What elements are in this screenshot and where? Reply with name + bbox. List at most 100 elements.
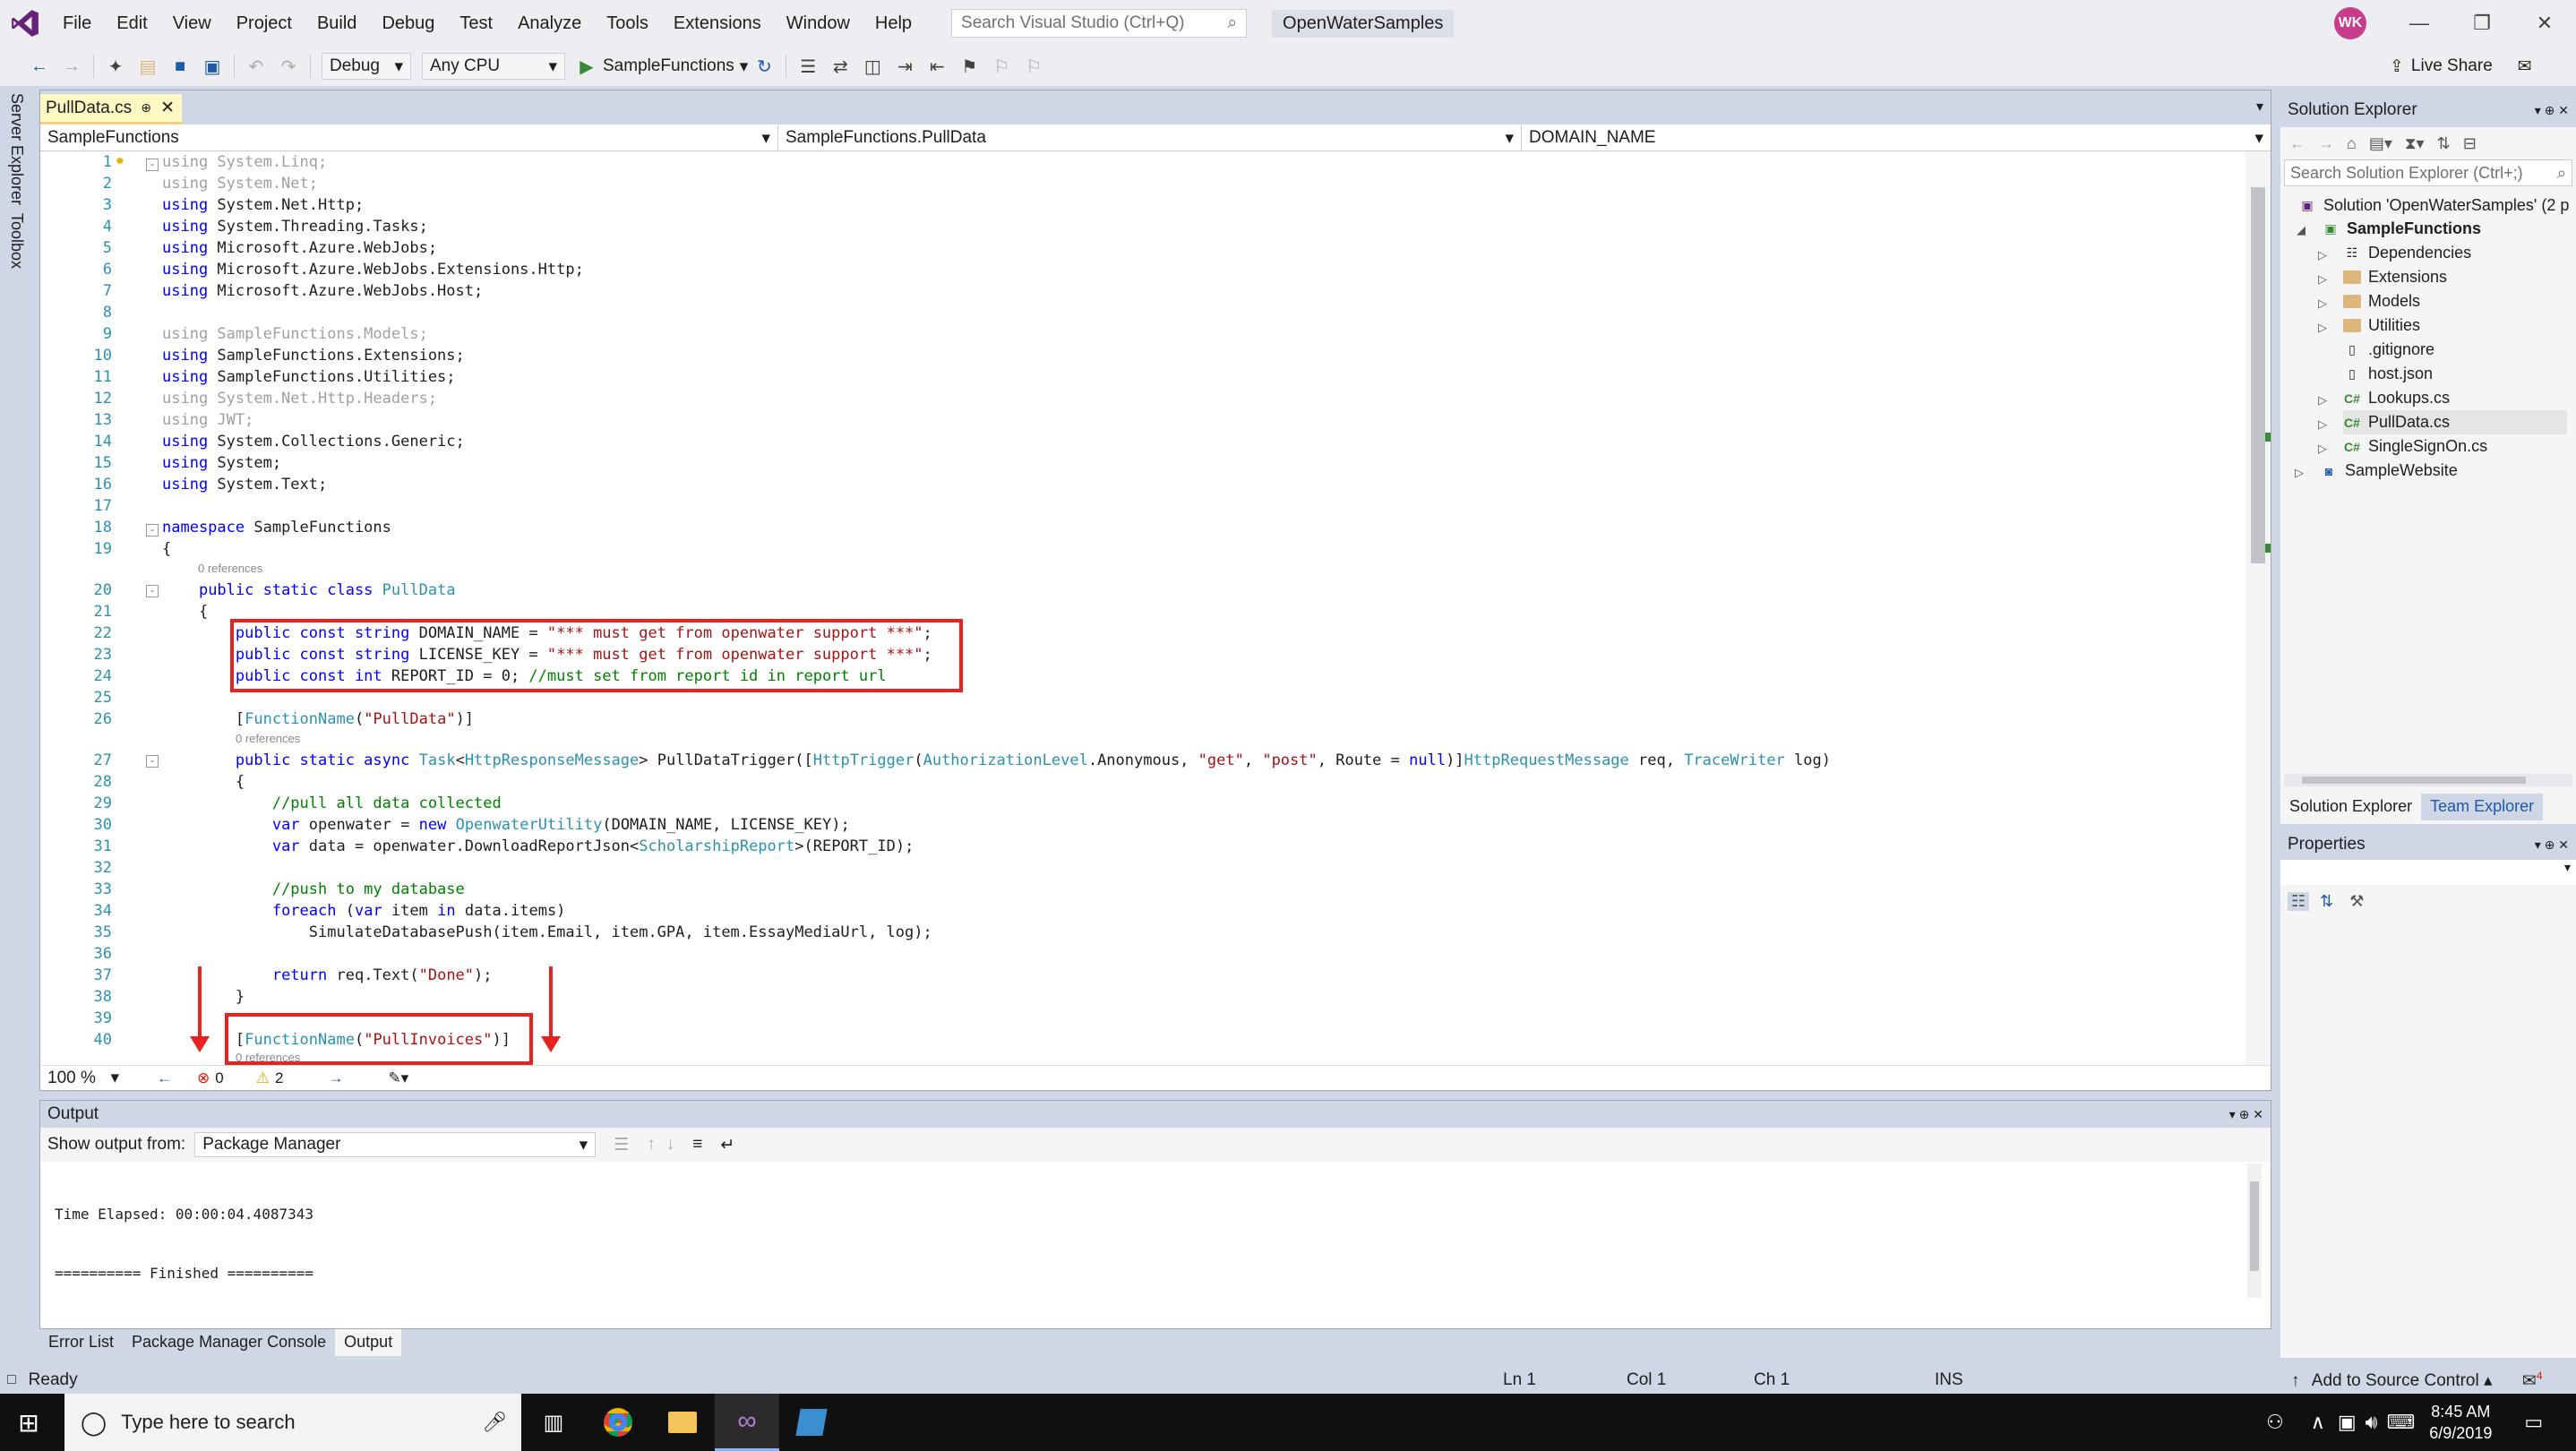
code-line[interactable]: 27 public static async Task<HttpResponse… xyxy=(40,750,2247,771)
code-line[interactable]: 6 using Microsoft.Azure.WebJobs.Extension… xyxy=(40,259,2247,280)
solution-layout-icon[interactable]: ◫ xyxy=(860,54,885,79)
code-line[interactable]: 9 using SampleFunctions.Models; xyxy=(40,323,2247,345)
tree-item-extensions[interactable]: Extensions xyxy=(2343,265,2447,289)
collapsed-icon[interactable]: ▷ xyxy=(2318,442,2327,456)
code-line[interactable]: 7 using Microsoft.Azure.WebJobs.Host; xyxy=(40,280,2247,302)
project-node[interactable]: ▣ SampleFunctions xyxy=(2322,217,2481,241)
code-text[interactable]: using Microsoft.Azure.WebJobs; xyxy=(162,237,437,259)
expanded-icon[interactable]: ◢ xyxy=(2297,223,2306,237)
network-icon[interactable]: ▣ xyxy=(2338,1411,2357,1434)
home-icon[interactable]: ⌂ xyxy=(2347,134,2357,153)
tree-item-lookups-cs[interactable]: C# Lookups.cs xyxy=(2343,386,2450,410)
navigate-back-icon[interactable]: ← xyxy=(157,1069,172,1087)
prev-message-icon[interactable]: ↑ xyxy=(647,1135,656,1155)
code-text[interactable]: public static async Task<HttpResponseMes… xyxy=(162,750,1831,771)
code-line[interactable]: 12 using System.Net.Http.Headers; xyxy=(40,388,2247,409)
find-message-icon[interactable]: ☰ xyxy=(614,1135,629,1155)
menu-build[interactable]: Build xyxy=(305,0,369,47)
tab-package-manager-console[interactable]: Package Manager Console xyxy=(123,1329,335,1356)
code-line[interactable]: 16 using System.Text; xyxy=(40,474,2247,495)
next-bookmark-icon[interactable]: ⚐ xyxy=(1021,54,1046,79)
minimize-button[interactable]: — xyxy=(2388,0,2451,47)
code-line[interactable]: 4 using System.Threading.Tasks; xyxy=(40,216,2247,237)
toolbox-tab[interactable]: Toolbox xyxy=(7,213,26,269)
collapsed-icon[interactable]: ▷ xyxy=(2318,296,2327,311)
tree-item-singlesignon-cs[interactable]: C# SingleSignOn.cs xyxy=(2343,434,2487,459)
code-text[interactable]: using System.Net.Http; xyxy=(162,194,364,216)
close-tab-icon[interactable]: ✕ xyxy=(160,98,175,118)
code-text[interactable]: using System; xyxy=(162,452,281,474)
code-line[interactable]: 13 using JWT; xyxy=(40,409,2247,431)
property-pages-icon[interactable]: ⚒ xyxy=(2349,892,2364,911)
tree-item-pulldata-cs[interactable]: C# PullData.cs xyxy=(2343,410,2567,434)
server-explorer-tab[interactable]: Server Explorer xyxy=(7,93,26,205)
code-text[interactable]: return req.Text("Done"); xyxy=(162,965,493,986)
outdent-icon[interactable]: ⇤ xyxy=(924,54,949,79)
undo-icon[interactable]: ↶ xyxy=(244,54,269,79)
code-line[interactable]: 34 foreach (var item in data.items) xyxy=(40,900,2247,922)
bookmark-icon[interactable]: ⚑ xyxy=(957,54,982,79)
code-text[interactable]: public static class PullData xyxy=(162,580,456,601)
show-hidden-icons[interactable]: ∧ xyxy=(2311,1411,2325,1434)
references-codelens[interactable]: 0 references xyxy=(198,562,262,575)
code-line[interactable]: 8 xyxy=(40,302,2247,323)
volume-icon[interactable]: 🔊︎ xyxy=(2366,1411,2378,1434)
code-text[interactable]: { xyxy=(162,771,245,793)
code-text[interactable]: using JWT; xyxy=(162,409,253,431)
menu-view[interactable]: View xyxy=(160,0,224,47)
history-icon[interactable]: ⧗▾ xyxy=(2405,134,2425,153)
error-icon[interactable]: ⊗ xyxy=(197,1069,210,1087)
menu-extensions[interactable]: Extensions xyxy=(661,0,774,47)
collapsed-icon[interactable]: ▷ xyxy=(2318,321,2327,335)
code-line[interactable]: 10 using SampleFunctions.Extensions; xyxy=(40,345,2247,366)
menu-tools[interactable]: Tools xyxy=(594,0,661,47)
tab-output[interactable]: Output xyxy=(335,1329,402,1356)
collapsed-icon[interactable]: ▷ xyxy=(2318,417,2327,432)
code-text[interactable]: using Microsoft.Azure.WebJobs.Extensions… xyxy=(162,259,584,280)
editor-vertical-scrollbar[interactable] xyxy=(2245,151,2271,1065)
menu-analyze[interactable]: Analyze xyxy=(505,0,594,47)
code-text[interactable]: using System.Collections.Generic; xyxy=(162,431,465,452)
visual-studio-logo-icon[interactable] xyxy=(0,0,50,47)
menu-test[interactable]: Test xyxy=(447,0,505,47)
code-line[interactable]: 2 using System.Net; xyxy=(40,173,2247,194)
document-tab[interactable]: PullData.cs ⊕ ✕ xyxy=(40,94,182,124)
indent-icon[interactable]: ⇥ xyxy=(892,54,917,79)
code-line[interactable]: 37 return req.Text("Done"); xyxy=(40,965,2247,986)
action-center-icon[interactable]: ▭ xyxy=(2524,1411,2543,1434)
warning-icon[interactable]: ⚠ xyxy=(256,1069,270,1087)
collapse-all-icon[interactable]: ⊟ xyxy=(2463,134,2477,153)
code-line[interactable]: 11 using SampleFunctions.Utilities; xyxy=(40,366,2247,388)
code-text[interactable]: namespace SampleFunctions xyxy=(162,517,391,538)
restore-button[interactable]: ❐ xyxy=(2451,0,2513,47)
clock[interactable]: 8:45 AM 6/9/2019 xyxy=(2429,1401,2492,1444)
panel-options-icon[interactable]: ▾ ⊕ ✕ xyxy=(2535,103,2569,118)
open-file-icon[interactable]: ▤ xyxy=(135,54,160,79)
code-line[interactable]: 5 using Microsoft.Azure.WebJobs; xyxy=(40,237,2247,259)
code-line[interactable]: 17 xyxy=(40,495,2247,517)
switch-views-icon[interactable]: ▤▾ xyxy=(2369,134,2392,153)
visual-studio-taskbar-icon[interactable]: ∞ xyxy=(715,1394,779,1451)
task-view-icon[interactable]: ▥ xyxy=(521,1394,586,1451)
scroll-thumb[interactable] xyxy=(2250,1181,2259,1271)
code-text[interactable]: foreach (var item in data.items) xyxy=(162,900,566,922)
tree-item-dependencies[interactable]: ☷ Dependencies xyxy=(2343,241,2471,265)
code-line[interactable]: 14 using System.Collections.Generic; xyxy=(40,431,2247,452)
code-text[interactable]: using System.Text; xyxy=(162,474,327,495)
menu-project[interactable]: Project xyxy=(224,0,305,47)
project-node-website[interactable]: ◙ SampleWebsite xyxy=(2320,459,2458,483)
tab-team-explorer[interactable]: Team Explorer xyxy=(2421,794,2544,820)
code-text[interactable]: using Microsoft.Azure.WebJobs.Host; xyxy=(162,280,483,302)
code-text[interactable]: using SampleFunctions.Extensions; xyxy=(162,345,465,366)
code-line[interactable]: 31 var data = openwater.DownloadReportJs… xyxy=(40,836,2247,857)
tree-item-host-json[interactable]: ▯ host.json xyxy=(2343,362,2433,386)
run-target-button[interactable]: SampleFunctions xyxy=(603,56,734,76)
code-line[interactable]: 15 using System; xyxy=(40,452,2247,474)
properties-object-dropdown[interactable]: ▾ xyxy=(2280,860,2576,885)
code-line[interactable]: 3 using System.Net.Http; xyxy=(40,194,2247,216)
search-input[interactable]: Search Visual Studio (Ctrl+Q) ⌕ xyxy=(951,9,1248,38)
input-method-icon[interactable]: ⌨ xyxy=(2387,1411,2416,1434)
code-text[interactable]: SimulateDatabasePush(item.Email, item.GP… xyxy=(162,922,932,943)
code-text[interactable]: var data = openwater.DownloadReportJson<… xyxy=(162,836,914,857)
output-vertical-scrollbar[interactable] xyxy=(2247,1163,2262,1298)
